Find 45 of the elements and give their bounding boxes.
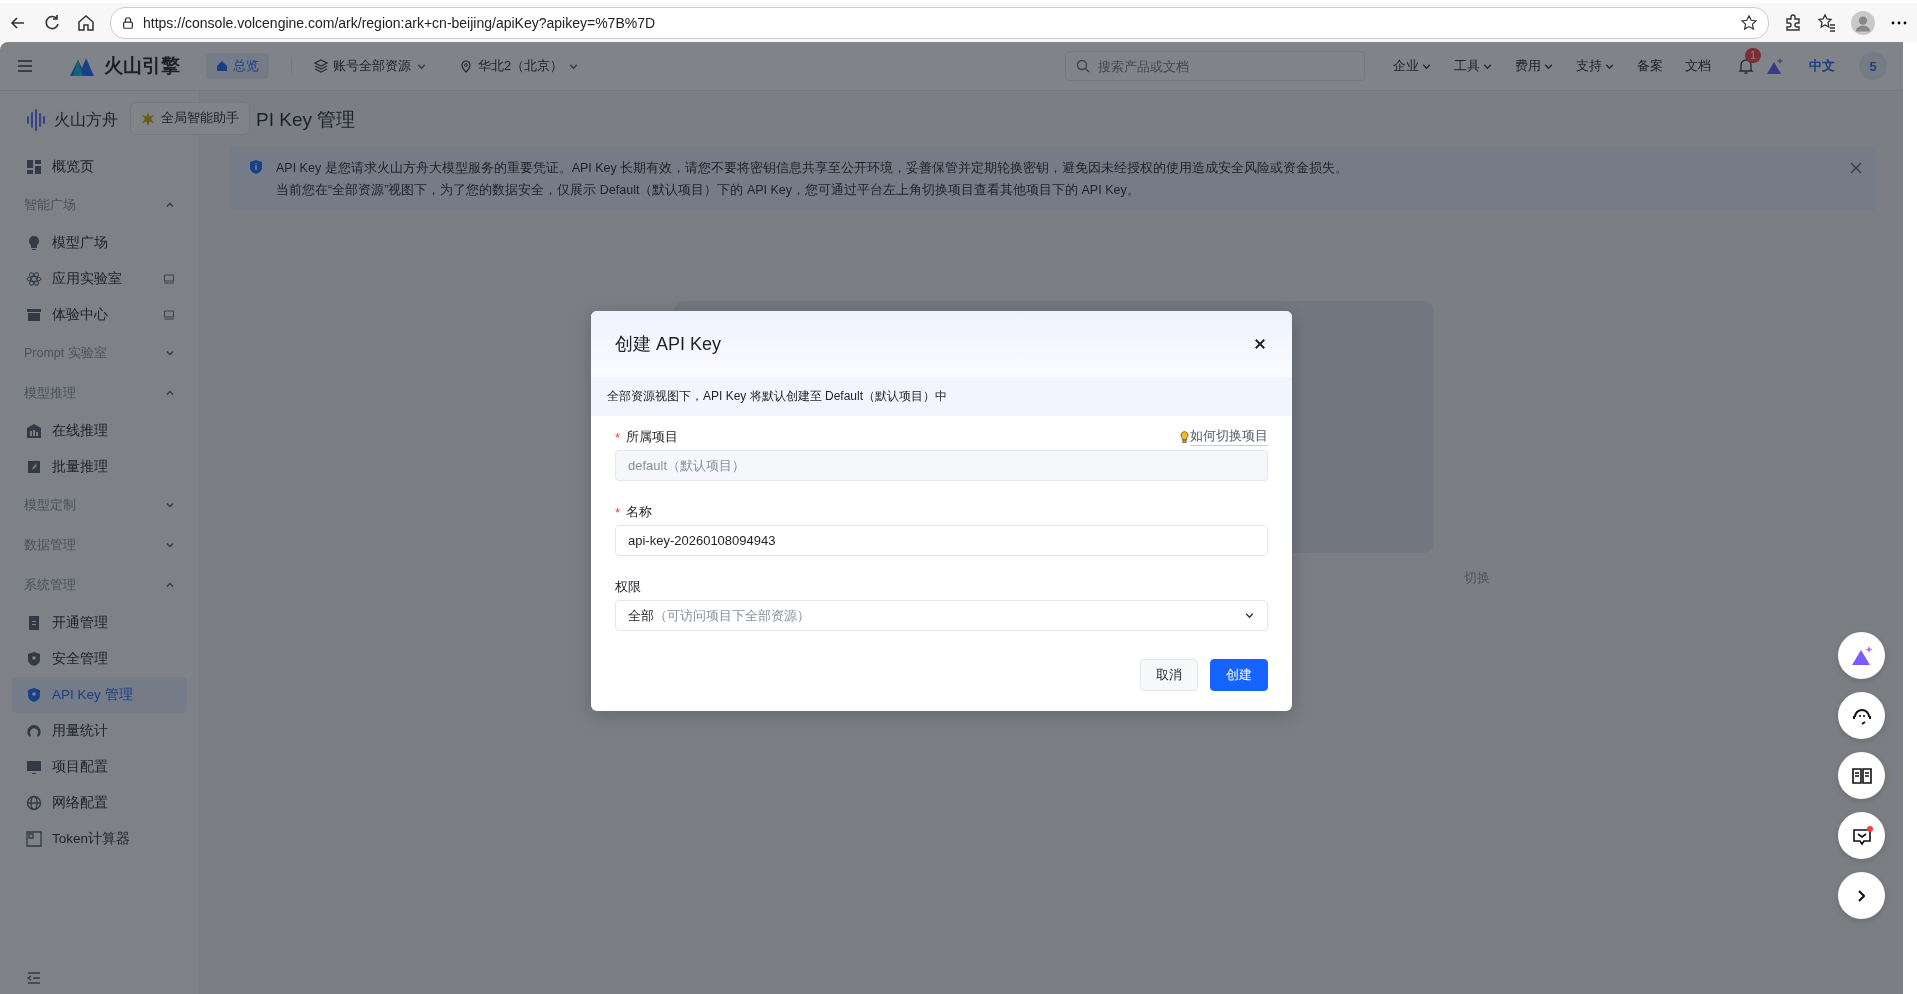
field-label: 名称 (626, 503, 653, 521)
sidebar-item[interactable]: Token计算器 (12, 821, 187, 857)
sidebar-item[interactable]: 模型广场 (12, 225, 187, 261)
sidebar-item[interactable]: API Key 管理 (12, 677, 187, 713)
search-field[interactable]: 搜索产品或文档 (1065, 51, 1365, 81)
input-field[interactable]: api-key-20260108094943 (615, 525, 1268, 556)
sidebar-item[interactable]: 用量统计 (12, 713, 187, 749)
sidebar-item[interactable]: 概览页 (12, 149, 187, 185)
sidebar-item[interactable]: 安全管理 (12, 641, 187, 677)
nav-menu[interactable]: 费用 (1515, 57, 1554, 75)
region-dropdown[interactable]: 华北2（北京） (459, 57, 580, 75)
overview-tab[interactable]: 总览 (206, 53, 269, 79)
nav-menu[interactable]: 企业 (1393, 57, 1432, 75)
create-button[interactable]: 创建 (1210, 659, 1268, 691)
nav-menu[interactable]: 支持 (1576, 57, 1615, 75)
nav-menu[interactable]: 备案 (1637, 57, 1663, 75)
assistant-tooltip[interactable]: 全局智能助手 (130, 102, 250, 135)
field-label: 所属项目 (626, 428, 679, 446)
notification-badge: 1 (1745, 48, 1762, 63)
required-mark: * (615, 429, 621, 445)
sidebar-item[interactable]: 网络配置 (12, 785, 187, 821)
notice-text: 当前您在“全部资源”视图下，为了您的数据安全，仅展示 Default（默认项目）下的 API Key，您可通过平台左上角切换项目查看其他项目下的 API Key。 (276, 182, 1141, 199)
nav-menu[interactable]: 文档 (1685, 57, 1711, 75)
cancel-button[interactable]: 取消 (1140, 659, 1198, 691)
sidebar-item[interactable]: 开通管理 (12, 605, 187, 641)
notice-text: 全部资源视图下，API Key 将默认创建至 Default（默认项目）中 (607, 389, 948, 403)
sidebar-item[interactable]: 体验中心 (12, 297, 187, 333)
page-title: PI Key 管理 (256, 108, 356, 132)
brand-name: 火山引擎 (104, 54, 180, 78)
required-mark: * (615, 504, 621, 520)
select-field[interactable]: 全部（可访问项目下全部资源） (615, 600, 1268, 631)
language-switch[interactable]: 中文 (1809, 57, 1835, 75)
nav-menu[interactable]: 工具 (1454, 57, 1493, 75)
dialog-title: 创建 API Key (615, 333, 722, 356)
sidebar-item[interactable]: 应用实验室 (12, 261, 187, 297)
resource-scope-dropdown[interactable]: 账号全部资源 (314, 57, 427, 75)
notice-text: API Key 是您请求火山方舟大模型服务的重要凭证。API Key 长期有效，请您不要将密钥信息共享至公开环境，妥善保管并定期轮换密钥，避免因未经授权的使用造成安全风险或资金损失。 (276, 160, 1350, 177)
address-bar[interactable]: https://console.volcengine.com/ark/region:ark+cn-beijing/apiKey?apikey=%7B%7D (110, 6, 1769, 39)
sidebar-item[interactable]: 项目配置 (12, 749, 187, 785)
user-avatar[interactable]: 5 (1859, 52, 1887, 80)
product-name: 火山方舟 (54, 109, 118, 130)
url-text: https://console.volcengine.com/ark/region:ark+cn-beijing/apiKey?apikey=%7B%7D (143, 14, 657, 31)
sidebar-item[interactable]: 批量推理 (12, 449, 187, 485)
sidebar-item[interactable]: 在线推理 (12, 413, 187, 449)
field-label: 权限 (615, 578, 641, 596)
